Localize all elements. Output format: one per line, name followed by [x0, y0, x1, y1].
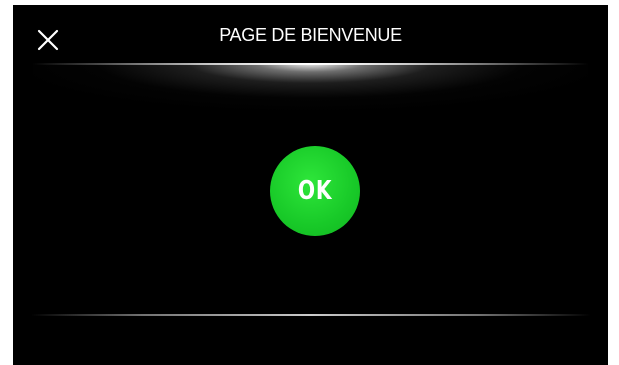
- ok-button-label: OK: [297, 176, 333, 206]
- header-glow-divider: [33, 63, 588, 113]
- footer-divider-line: [31, 314, 591, 316]
- page-title: PAGE DE BIENVENUE: [219, 25, 402, 45]
- header-divider-line: [33, 63, 588, 65]
- welcome-screen: PAGE DE BIENVENUE OK: [13, 5, 608, 365]
- ok-button[interactable]: OK: [270, 146, 360, 236]
- header-bar: PAGE DE BIENVENUE: [13, 5, 608, 65]
